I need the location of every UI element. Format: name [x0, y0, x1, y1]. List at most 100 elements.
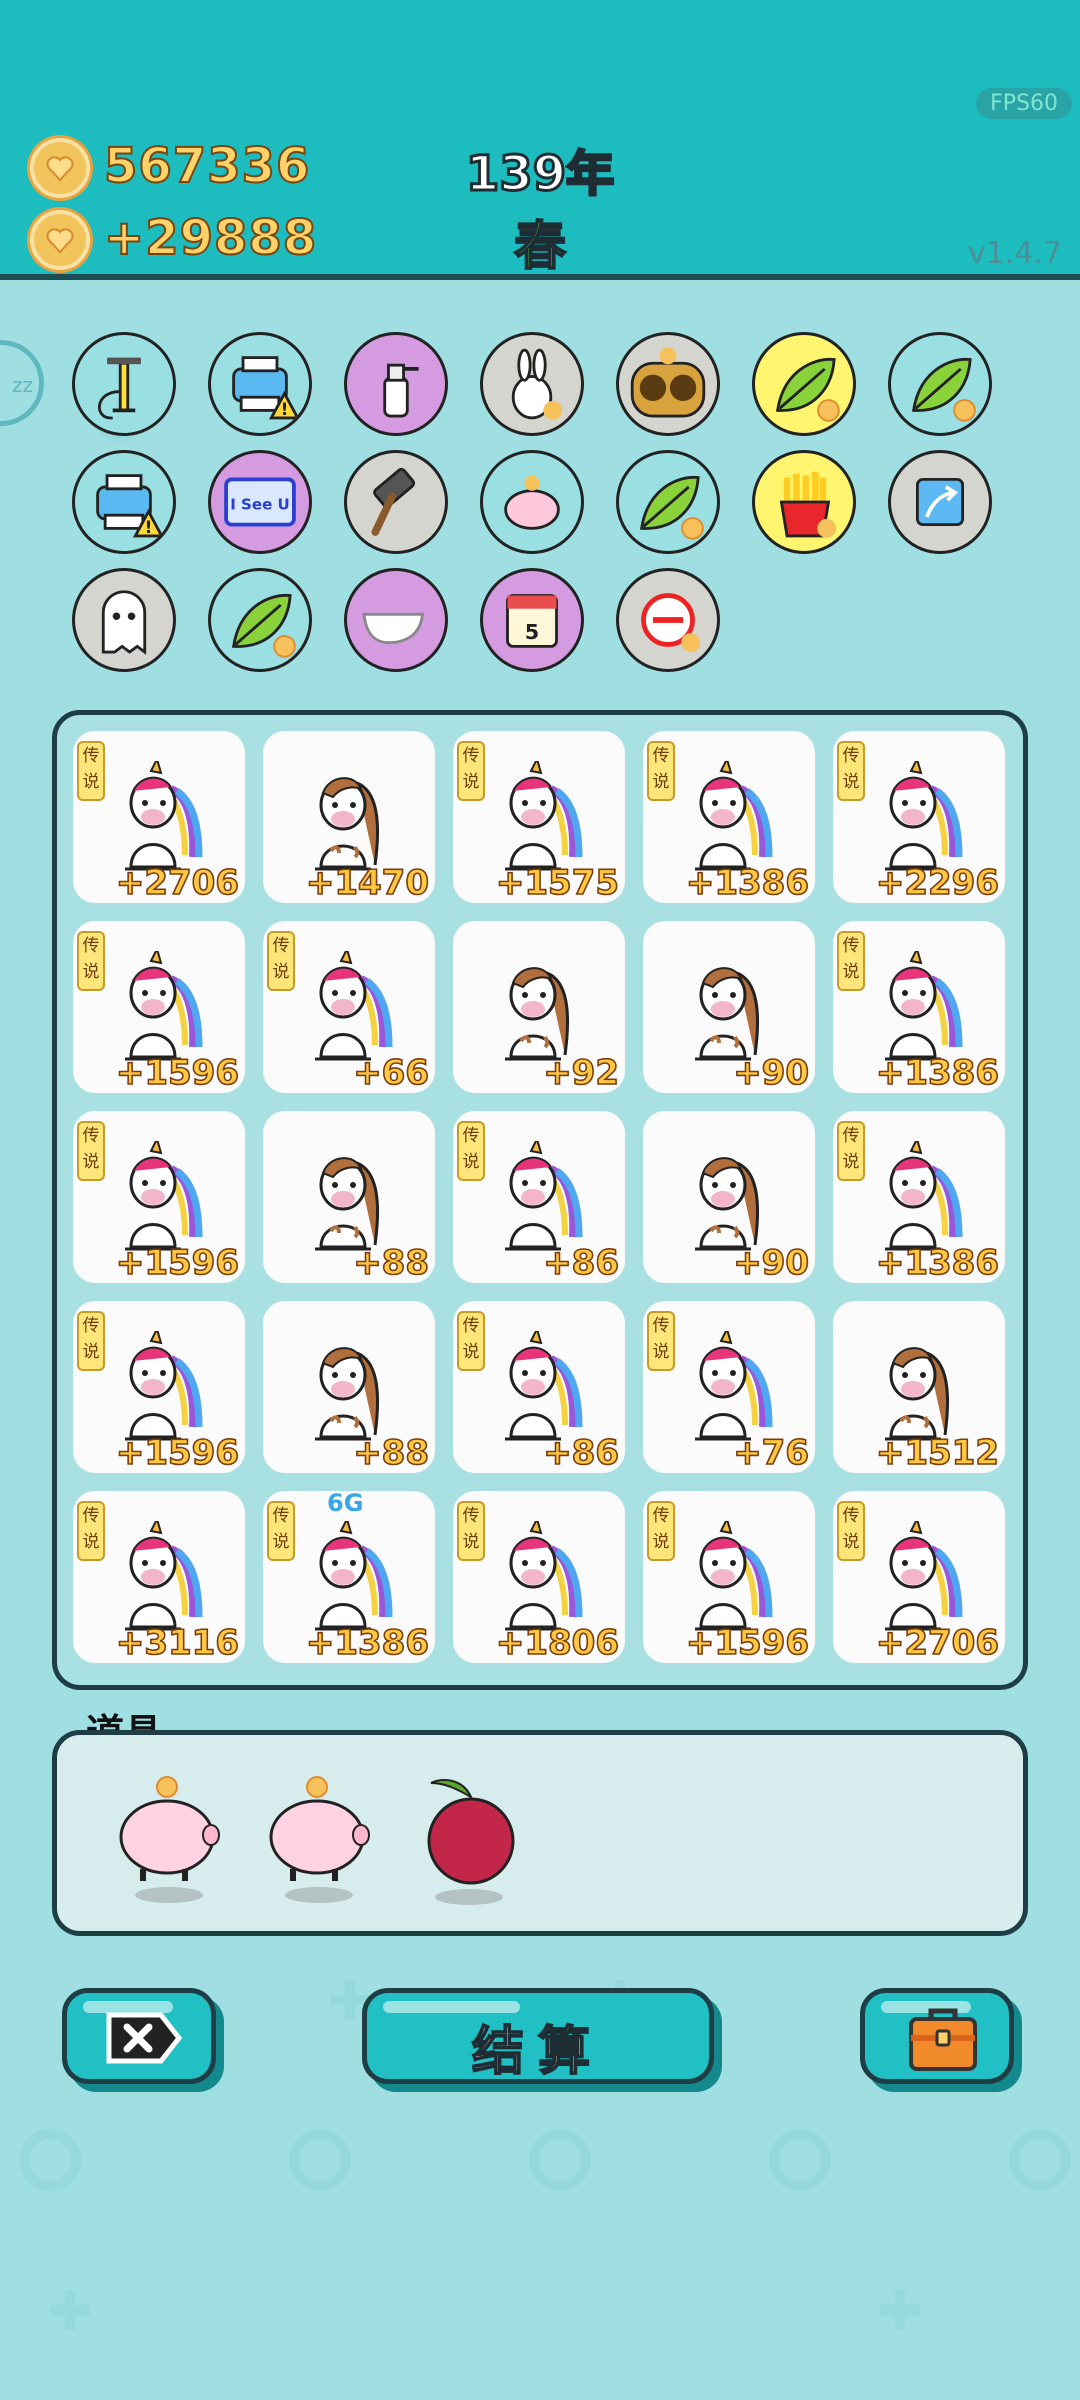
cell-income: +1386 — [875, 1242, 1000, 1283]
unicorn-icon — [315, 1521, 393, 1631]
leaf-coin-icon[interactable] — [888, 332, 992, 436]
legend-tag: 传说 — [837, 1121, 865, 1181]
horse-icon — [315, 777, 380, 871]
backpack-button[interactable] — [860, 1988, 1014, 2084]
cell-income: +76 — [732, 1432, 809, 1473]
board-cell-horse[interactable]: +90 — [643, 921, 815, 1093]
board-cell-unicorn[interactable]: 传说 +1596 — [643, 1491, 815, 1663]
board-cell-unicorn[interactable]: 传说 +1596 — [73, 921, 245, 1093]
board-cell-unicorn[interactable]: 传说 +2706 — [73, 731, 245, 903]
horse-icon — [695, 1157, 760, 1251]
props-panel — [52, 1730, 1028, 1936]
unicorn-icon — [695, 1521, 773, 1631]
hammer-icon[interactable] — [344, 450, 448, 554]
unicorn-icon — [315, 951, 393, 1061]
board-cell-unicorn[interactable]: 传说 +1386 — [833, 1111, 1005, 1283]
spray-bottle-icon[interactable] — [344, 332, 448, 436]
season-display: 春 — [513, 216, 567, 278]
unicorn-icon — [695, 761, 773, 871]
cell-income: +1806 — [495, 1622, 620, 1663]
board-cell-unicorn[interactable]: 传说 +1596 — [73, 1111, 245, 1283]
no-entry-icon[interactable] — [616, 568, 720, 672]
legend-tag: 传说 — [837, 1501, 865, 1561]
ghost-icon[interactable] — [72, 568, 176, 672]
cell-income: +88 — [352, 1242, 429, 1283]
cell-income: +2706 — [875, 1622, 1000, 1663]
board-cell-unicorn[interactable]: 传说 +2296 — [833, 731, 1005, 903]
board-cell-unicorn[interactable]: 传说 +1575 — [453, 731, 625, 903]
board-cell-horse[interactable]: +90 — [643, 1111, 815, 1283]
arrow-up-card-icon[interactable] — [888, 450, 992, 554]
bunny-icon[interactable] — [480, 332, 584, 436]
unicorn-icon — [505, 1521, 583, 1631]
cell-income: +1596 — [115, 1242, 240, 1283]
legend-tag: 传说 — [77, 1311, 105, 1371]
board-cell-horse[interactable]: +1470 — [263, 731, 435, 903]
cell-income: +92 — [542, 1052, 619, 1093]
leaf-coin-icon[interactable] — [208, 568, 312, 672]
unicorn-icon — [125, 951, 203, 1061]
board-cell-unicorn[interactable]: 传说 +1386 — [643, 731, 815, 903]
air-pump-icon[interactable] — [72, 332, 176, 436]
board-cell-unicorn[interactable]: 传说 +66 — [263, 921, 435, 1093]
unicorn-icon — [125, 1521, 203, 1631]
unicorn-icon — [885, 951, 963, 1061]
cell-income: +1596 — [685, 1622, 810, 1663]
printer-warning-icon[interactable]: ! — [72, 450, 176, 554]
svg-text:!: ! — [145, 517, 153, 537]
legend-tag: 传说 — [267, 931, 295, 991]
cell-income: +1596 — [115, 1432, 240, 1473]
board-cell-unicorn[interactable]: 传说 +86 — [453, 1111, 625, 1283]
piggy-bank-icon[interactable] — [259, 1773, 379, 1913]
legend-tag: 传说 — [837, 741, 865, 801]
board-cell-unicorn[interactable]: 传说 6G +1386 — [263, 1491, 435, 1663]
item-collection: !! I See U 5 — [0, 300, 1080, 690]
board-cell-horse[interactable]: +1512 — [833, 1301, 1005, 1473]
board-cell-unicorn[interactable]: 传说 +2706 — [833, 1491, 1005, 1663]
board-cell-unicorn[interactable]: 传说 +76 — [643, 1301, 815, 1473]
board-cell-unicorn[interactable]: 传说 +3116 — [73, 1491, 245, 1663]
piggy-bank-icon[interactable] — [480, 450, 584, 554]
french-fries-icon[interactable] — [752, 450, 856, 554]
cell-income: +86 — [542, 1242, 619, 1283]
cell-income: +1386 — [875, 1052, 1000, 1093]
gravy-boat-icon[interactable] — [344, 568, 448, 672]
legend-tag: 传说 — [77, 1501, 105, 1561]
calendar-icon[interactable]: 5 — [480, 568, 584, 672]
board-cell-horse[interactable]: +88 — [263, 1111, 435, 1283]
level-badge-text: 6G — [327, 1491, 364, 1517]
board-cell-unicorn[interactable]: 传说 +86 — [453, 1301, 625, 1473]
unicorn-icon — [125, 761, 203, 871]
unicorn-icon — [125, 1141, 203, 1251]
unicorn-icon — [505, 761, 583, 871]
board-cell-horse[interactable]: +92 — [453, 921, 625, 1093]
i-see-u-icon[interactable]: I See U — [208, 450, 312, 554]
board-cell-unicorn[interactable]: 传说 +1806 — [453, 1491, 625, 1663]
owl-icon[interactable] — [616, 332, 720, 436]
leaf-coin-icon[interactable] — [752, 332, 856, 436]
cell-income: +90 — [732, 1052, 809, 1093]
settle-button[interactable]: 结算 — [362, 1988, 714, 2084]
leaf-coin-icon[interactable] — [616, 450, 720, 554]
legend-tag: 传说 — [457, 1311, 485, 1371]
unicorn-icon — [505, 1141, 583, 1251]
board-cell-horse[interactable]: +88 — [263, 1301, 435, 1473]
horse-icon — [695, 967, 760, 1061]
cell-income: +1512 — [875, 1432, 1000, 1473]
legend-tag: 传说 — [647, 741, 675, 801]
delete-button[interactable] — [62, 1988, 216, 2084]
cell-income: +2296 — [875, 862, 1000, 903]
printer-warning-icon[interactable]: ! — [208, 332, 312, 436]
bayberry-icon[interactable] — [409, 1773, 529, 1913]
horse-icon — [315, 1347, 380, 1441]
piggy-bank-icon[interactable] — [109, 1773, 229, 1913]
board-cell-unicorn[interactable]: 传说 +1386 — [833, 921, 1005, 1093]
legend-tag: 传说 — [267, 1501, 295, 1561]
legend-tag: 传说 — [457, 741, 485, 801]
horse-icon — [315, 1157, 380, 1251]
version-label: v1.4.7 — [967, 236, 1062, 271]
svg-text:I See U: I See U — [230, 496, 290, 514]
year-display: 139年 — [464, 145, 615, 204]
briefcase-icon — [909, 2008, 977, 2071]
board-cell-unicorn[interactable]: 传说 +1596 — [73, 1301, 245, 1473]
